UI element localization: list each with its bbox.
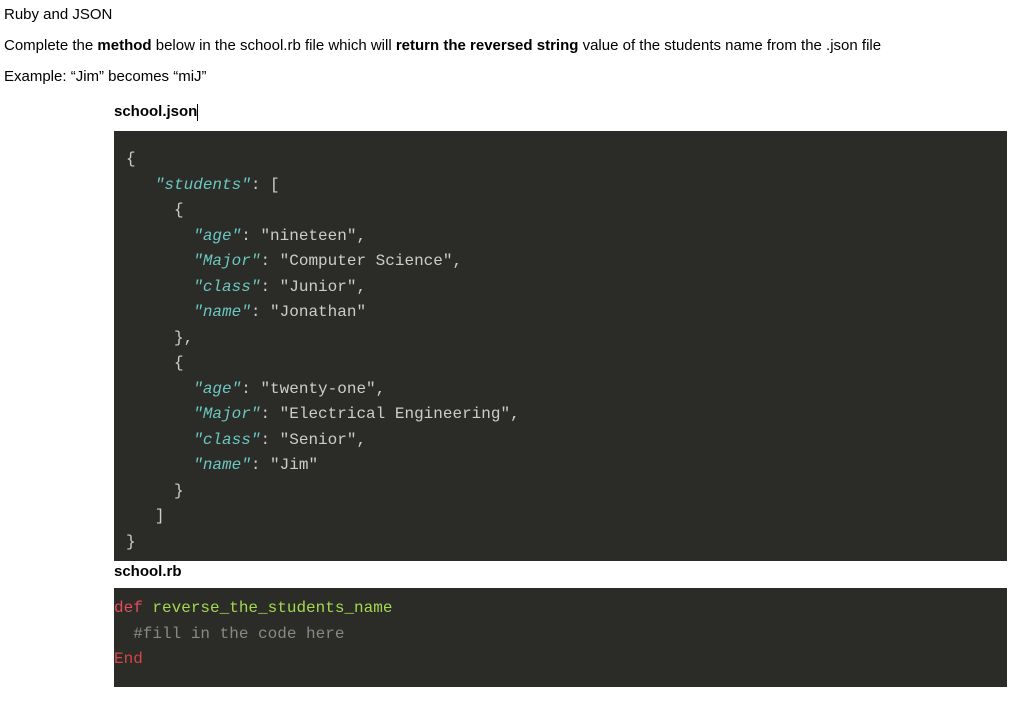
page-title: Ruby and JSON [0, 0, 1024, 27]
file-label-rb: school.rb [114, 563, 1024, 580]
json-key-major: "Major" [193, 252, 260, 270]
json-val: "twenty-one" [260, 380, 375, 398]
ruby-function-name: reverse_the_students_name [143, 599, 393, 617]
json-key-name: "name" [193, 303, 251, 321]
json-val: "Jonathan" [270, 303, 366, 321]
instruction-mid: below in the school.rb file which will [152, 37, 396, 54]
json-val: "nineteen" [260, 227, 356, 245]
json-val: "Senior" [280, 431, 357, 449]
json-key-major: "Major" [193, 405, 260, 423]
instruction-bold-return: return the reversed string [396, 37, 579, 54]
json-key-name: "name" [193, 456, 251, 474]
json-val: "Junior" [280, 278, 357, 296]
code-block-ruby: def reverse_the_students_name #fill in t… [114, 588, 1007, 687]
ruby-keyword-end: End [114, 650, 143, 668]
text-cursor-icon [197, 104, 198, 121]
json-key-class: "class" [193, 278, 260, 296]
json-val: "Electrical Engineering" [280, 405, 510, 423]
file-label-json: school.json [114, 103, 198, 121]
json-key-class: "class" [193, 431, 260, 449]
ruby-comment: #fill in the code here [114, 625, 344, 643]
ruby-keyword-def: def [114, 599, 143, 617]
file-label-json-text: school.json [114, 103, 197, 120]
instruction-text: Complete the method below in the school.… [0, 27, 1024, 58]
code-block-json: { "students": [ { "age": "nineteen", "Ma… [114, 131, 1007, 561]
instruction-post: value of the students name from the .jso… [578, 37, 881, 54]
json-key-age: "age" [193, 380, 241, 398]
example-text: Example: “Jim” becomes “miJ” [0, 58, 1024, 89]
json-key-students: "students" [155, 176, 251, 194]
instruction-bold-method: method [97, 37, 151, 54]
json-val: "Computer Science" [280, 252, 453, 270]
json-key-age: "age" [193, 227, 241, 245]
instruction-pre: Complete the [4, 37, 97, 54]
json-val: "Jim" [270, 456, 318, 474]
